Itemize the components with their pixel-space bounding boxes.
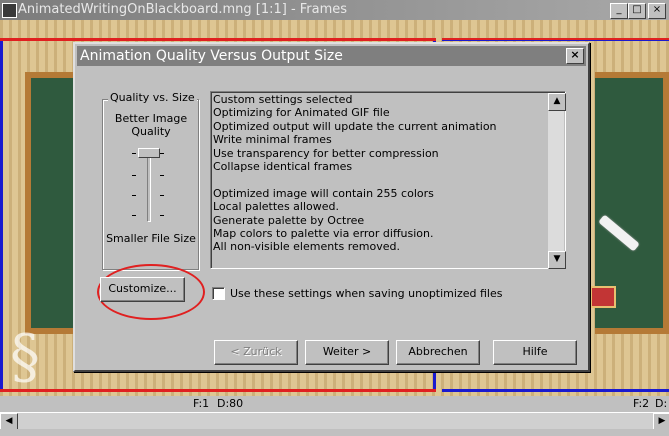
maximize-button[interactable]: □	[628, 3, 646, 19]
group-label: Quality vs. Size	[108, 91, 197, 104]
frame-1-number: F:1	[193, 397, 210, 410]
summary-line	[213, 173, 547, 186]
next-button[interactable]: Weiter >	[305, 340, 389, 365]
scroll-down-icon[interactable]: ▼	[548, 251, 566, 269]
use-settings-checkbox[interactable]	[212, 287, 225, 300]
summary-line: Optimizing for Animated GIF file	[213, 106, 390, 120]
frame-2-marker	[442, 38, 669, 40]
minimize-button[interactable]: _	[610, 3, 628, 19]
slider-tick	[132, 153, 136, 154]
summary-line: Generate palette by Octree	[213, 213, 365, 227]
cancel-button[interactable]: Abbrechen	[396, 340, 480, 365]
summary-line: Local palettes allowed.	[213, 200, 340, 214]
dialog-title-bar: Animation Quality Versus Output Size ×	[77, 46, 586, 66]
window-title-bar: AnimatedWritingOnBlackboard.mng [1:1] - …	[0, 0, 669, 20]
summary-line: Optimized image will contain 255 colors	[213, 186, 434, 200]
better-quality-label: Better Image Quality	[114, 112, 188, 138]
summary-line: Custom settings selected	[213, 93, 353, 106]
settings-summary: Custom settings selected Optimizing for A…	[210, 91, 566, 269]
slider-tick	[132, 215, 136, 216]
slider-tick	[160, 195, 164, 196]
summary-line: Optimized output will update the current…	[213, 119, 497, 133]
help-button[interactable]: Hilfe	[493, 340, 577, 365]
smaller-size-label: Smaller File Size	[106, 232, 196, 245]
slider-tick	[132, 175, 136, 176]
frame-2-number: F:2	[633, 397, 650, 410]
quality-dialog: Animation Quality Versus Output Size × Q…	[73, 42, 590, 372]
quality-slider-track[interactable]	[147, 152, 151, 222]
slider-tick	[160, 175, 164, 176]
frame-2-delay: D:	[655, 397, 668, 410]
status-bar: F:1 D:80 F:2 D:	[0, 396, 669, 412]
dialog-title: Animation Quality Versus Output Size	[80, 48, 343, 64]
scroll-up-icon[interactable]: ▲	[548, 93, 566, 111]
slider-tick	[132, 195, 136, 196]
slider-tick	[160, 215, 164, 216]
close-button[interactable]: ×	[648, 3, 666, 19]
frame-1-bottom-marker	[0, 389, 436, 392]
back-button[interactable]: < Zurück	[214, 340, 298, 365]
slider-tick	[160, 153, 164, 154]
dialog-close-button[interactable]: ×	[566, 48, 584, 64]
window-bottom-edge	[0, 429, 669, 436]
summary-line: All non-visible elements removed.	[213, 240, 400, 254]
customize-button[interactable]: Customize...	[100, 277, 185, 302]
app-icon	[2, 3, 17, 18]
summary-line: Map colors to palette via error diffusio…	[213, 226, 434, 240]
settings-summary-lines: Custom settings selected Optimizing for A…	[213, 93, 547, 254]
use-settings-label[interactable]: Use these settings when saving unoptimiz…	[230, 287, 502, 300]
summary-line: Use transparency for better compression	[213, 146, 439, 160]
quality-slider-thumb[interactable]	[138, 148, 160, 158]
summary-line: Collapse identical frames	[213, 159, 353, 173]
frame-1-delay: D:80	[217, 397, 244, 410]
horizontal-scrollbar[interactable]: ◀ ▶	[0, 412, 669, 431]
window-title: AnimatedWritingOnBlackboard.mng [1:1] - …	[18, 2, 348, 17]
frame-1-marker	[0, 38, 436, 41]
summary-scrollbar[interactable]: ▲ ▼	[548, 93, 566, 269]
summary-line: Write minimal frames	[213, 133, 332, 147]
